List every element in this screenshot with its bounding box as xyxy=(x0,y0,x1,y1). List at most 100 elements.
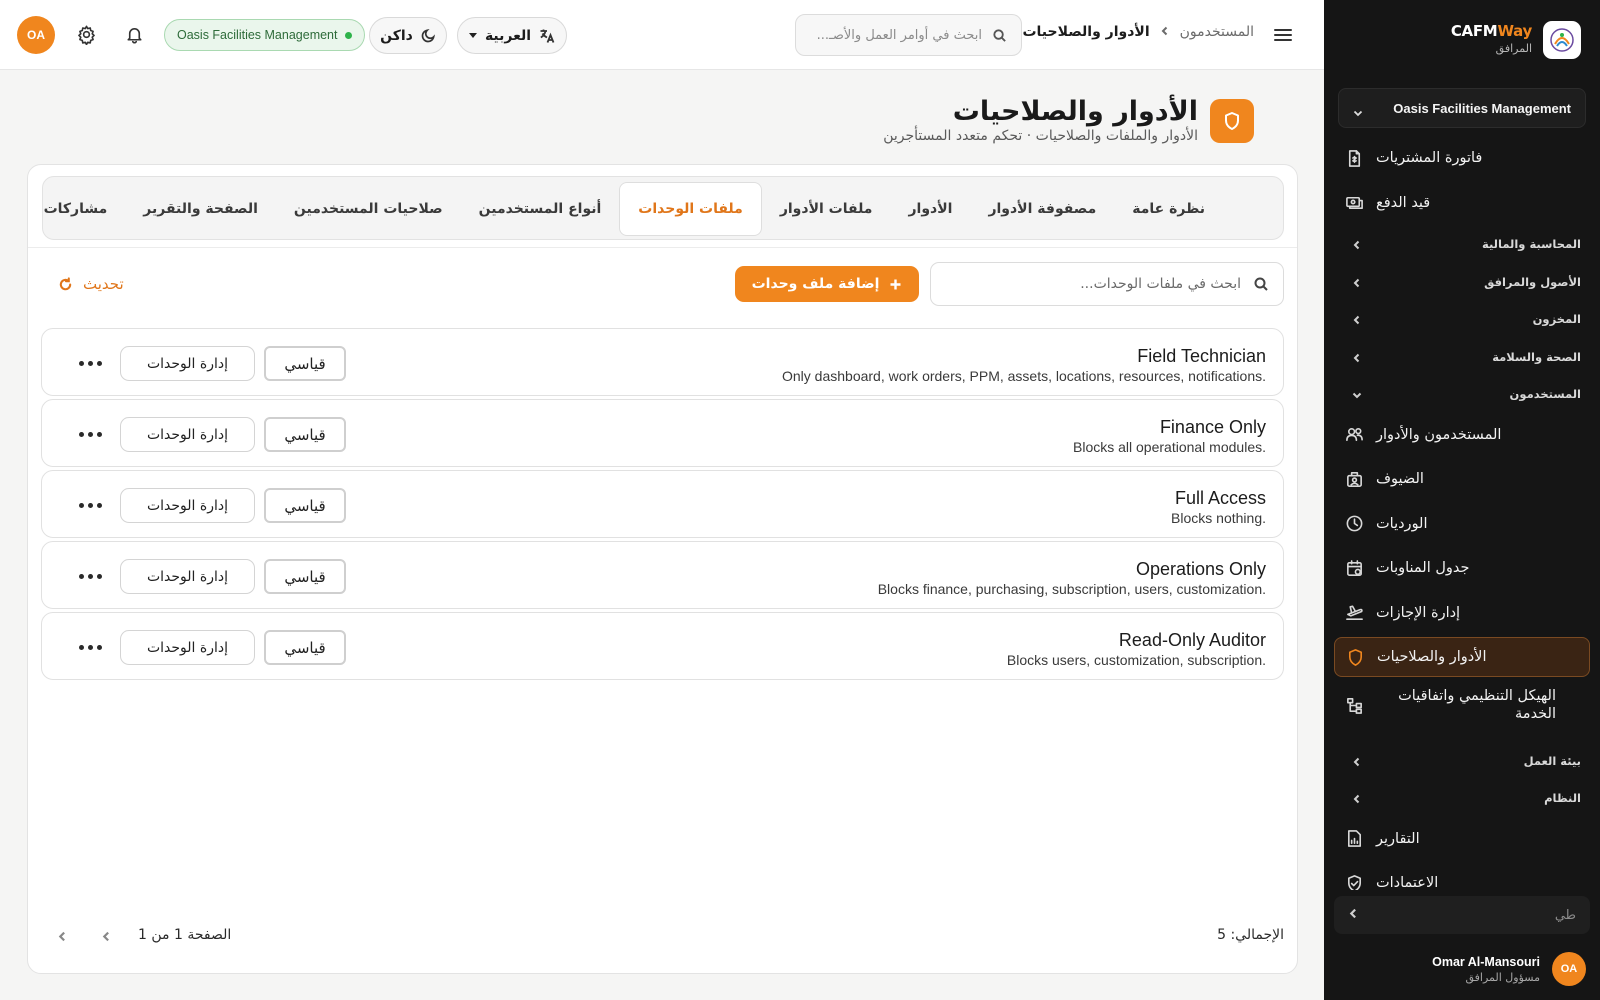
sidebar-section[interactable]: المستخدمون xyxy=(1324,379,1600,409)
org-selector[interactable]: Oasis Facilities Management xyxy=(1338,88,1586,128)
manage-modules-button[interactable]: إدارة الوحدات xyxy=(120,488,255,523)
total-count: الإجمالي: 5 xyxy=(1217,927,1284,943)
tab[interactable]: ملفات الوحدات xyxy=(619,182,762,236)
sidebar-section[interactable]: بيئة العمل xyxy=(1324,746,1600,776)
sidebar-item[interactable]: الهيكل التنظيمي واتفاقيات الخدمة xyxy=(1334,682,1590,730)
translate-icon xyxy=(540,29,555,43)
shield-icon xyxy=(1345,647,1365,667)
manage-modules-button[interactable]: إدارة الوحدات xyxy=(120,417,255,452)
sidebar-section[interactable]: المخزون xyxy=(1324,304,1600,334)
module-profile-description: Only dashboard, work orders, PPM, assets… xyxy=(782,368,1266,384)
org-chart-icon xyxy=(1344,696,1364,716)
sidebar-section[interactable]: الصحة والسلامة xyxy=(1324,342,1600,372)
sidebar-section-label: بيئة العمل xyxy=(1523,753,1581,768)
sidebar-item-label: الاعتمادات xyxy=(1376,875,1439,890)
sidebar-item[interactable]: الورديات xyxy=(1334,504,1590,544)
tab[interactable]: صلاحيات المستخدمين xyxy=(276,182,461,236)
manage-modules-button[interactable]: إدارة الوحدات xyxy=(120,559,255,594)
refresh-label: تحديث xyxy=(83,275,124,293)
page-subtitle: الأدوار والملفات والصلاحيات · تحكم متعدد… xyxy=(883,128,1198,144)
next-page-button[interactable] xyxy=(93,923,119,949)
more-options-icon[interactable] xyxy=(78,354,102,372)
more-options-icon[interactable] xyxy=(78,567,102,585)
topbar: المستخدمون الأدوار والصلاحيات ابحث في أو… xyxy=(0,0,1324,70)
sidebar-item[interactable]: الأدوار والصلاحيات xyxy=(1334,637,1590,677)
module-profile-row: Full Access Blocks nothing. قياسي إدارة الو… xyxy=(41,470,1284,538)
theme-toggle[interactable]: داكن xyxy=(369,17,447,54)
more-options-icon[interactable] xyxy=(78,638,102,656)
bell-icon[interactable] xyxy=(123,24,145,46)
add-module-profile-label: إضافة ملف وحدات xyxy=(751,276,880,292)
breadcrumb-users[interactable]: المستخدمون xyxy=(1180,24,1254,40)
module-profile-description: Blocks finance, purchasing, subscription… xyxy=(877,581,1266,597)
breadcrumb: المستخدمون الأدوار والصلاحيات xyxy=(1022,24,1254,40)
language-label: العربية xyxy=(484,27,532,44)
chevron-left-icon xyxy=(1352,277,1362,287)
sidebar-item[interactable]: جدول المناوبات xyxy=(1334,548,1590,588)
sidebar-item-label: قيد الدفع xyxy=(1376,194,1431,211)
org-status-label: Oasis Facilities Management xyxy=(177,28,338,42)
sidebar-section[interactable]: المحاسبة والمالية xyxy=(1324,229,1600,259)
module-profile-description: Blocks all operational modules. xyxy=(1073,439,1266,455)
tab[interactable]: ملفات الأدوار xyxy=(762,182,891,236)
last-page-button[interactable] xyxy=(49,923,75,949)
standard-badge: قياسي xyxy=(264,559,346,594)
user-profile[interactable]: OA Omar Al-Mansouri مسؤول المرافق xyxy=(1324,942,1600,992)
module-profile-name: Field Technician xyxy=(1137,346,1266,366)
tab[interactable]: الأدوار xyxy=(890,182,970,236)
more-options-icon[interactable] xyxy=(78,425,102,443)
tab[interactable]: نظرة عامة xyxy=(1114,182,1223,236)
sidebar-nav: فاتورة المشتريات قيد الدفع المحاسبة والمال… xyxy=(1324,138,1600,890)
sidebar-item[interactable]: قيد الدفع xyxy=(1334,183,1590,223)
sidebar-item[interactable]: المستخدمون والأدوار xyxy=(1334,415,1590,455)
more-options-icon[interactable] xyxy=(78,496,102,514)
sidebar-collapse[interactable]: طي xyxy=(1334,896,1590,934)
sidebar-item[interactable]: الاعتمادات xyxy=(1334,863,1590,890)
sidebar-item[interactable]: الضيوف xyxy=(1334,459,1590,499)
add-module-profile-button[interactable]: إضافة ملف وحدات xyxy=(735,266,919,302)
sidebar-section[interactable]: الأصول والمرافق xyxy=(1324,267,1600,297)
module-profile-search-input[interactable]: ابحث في ملفات الوحدات... xyxy=(930,262,1284,306)
brand-logo[interactable] xyxy=(1543,21,1581,59)
tab[interactable]: أنواع المستخدمين xyxy=(461,182,620,236)
module-profile-description: Blocks nothing. xyxy=(1171,510,1266,526)
chevron-left-icon xyxy=(1352,793,1362,804)
gear-icon[interactable] xyxy=(75,24,97,46)
sidebar-section-label: المستخدمون xyxy=(1509,387,1581,401)
page-indicator: الصفحة 1 من 1 xyxy=(138,927,232,943)
tab[interactable]: مصفوفة الأدوار xyxy=(970,182,1114,236)
approval-shield-icon xyxy=(1344,873,1364,890)
manage-modules-button[interactable]: إدارة الوحدات xyxy=(120,630,255,665)
page-title: الأدوار والصلاحيات xyxy=(952,96,1198,127)
tab[interactable]: الصفحة والتقرير xyxy=(125,182,276,236)
chevron-left-icon xyxy=(58,931,65,941)
standard-badge: قياسي xyxy=(264,630,346,665)
sidebar-item-label: الورديات xyxy=(1376,515,1428,532)
refresh-button[interactable]: تحديث xyxy=(58,271,124,297)
module-profile-name: Operations Only xyxy=(1135,559,1266,579)
chevron-left-icon xyxy=(1348,908,1359,923)
sidebar-section-label: الأصول والمرافق xyxy=(1484,274,1581,289)
refresh-icon xyxy=(59,276,72,290)
language-selector[interactable]: العربية xyxy=(457,17,567,54)
global-search-input[interactable]: ابحث في أوامر العمل والأصـ... xyxy=(795,14,1022,56)
module-profile-row: Read-Only Auditor Blocks users, customiza… xyxy=(41,612,1284,680)
sidebar-section[interactable]: النظام xyxy=(1324,783,1600,813)
avatar[interactable]: OA xyxy=(17,16,55,54)
sidebar-item[interactable]: فاتورة المشتريات xyxy=(1334,138,1590,178)
module-profile-list: Field Technician Only dashboard, work ord… xyxy=(41,328,1284,683)
sidebar-item-label: الضيوف xyxy=(1376,471,1424,487)
clock-icon xyxy=(1344,514,1364,534)
sidebar-item-label: إدارة الإجازات xyxy=(1376,604,1461,621)
moon-icon xyxy=(421,29,435,43)
menu-icon[interactable] xyxy=(1272,24,1294,46)
manage-modules-button[interactable]: إدارة الوحدات xyxy=(120,346,255,381)
module-profile-row: Field Technician Only dashboard, work ord… xyxy=(41,328,1284,396)
chevron-left-icon xyxy=(102,931,109,941)
chevron-down-icon xyxy=(1353,103,1363,117)
sidebar-item[interactable]: إدارة الإجازات xyxy=(1334,593,1590,633)
calendar-icon xyxy=(1344,558,1364,578)
tab[interactable]: مشاركات المستندات xyxy=(43,182,125,236)
standard-badge: قياسي xyxy=(264,488,346,523)
sidebar-item[interactable]: التقارير xyxy=(1334,819,1590,859)
